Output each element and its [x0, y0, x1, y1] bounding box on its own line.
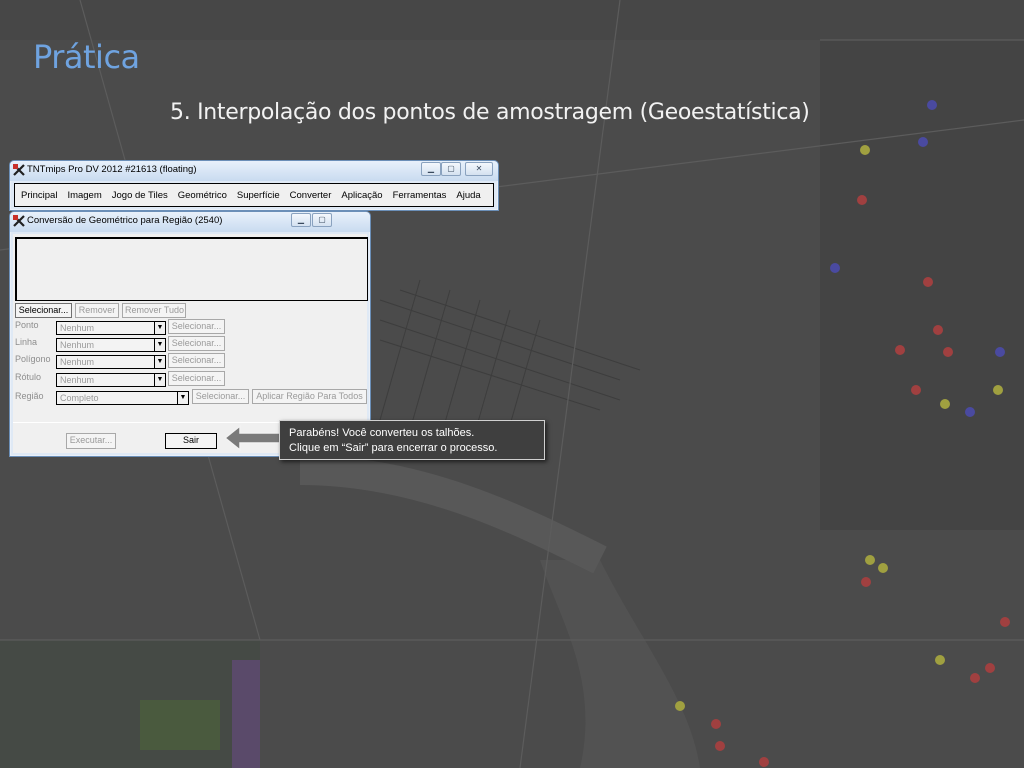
instruction-callout: Parabéns! Você converteu os talhões. Cli…	[279, 420, 545, 460]
row-label-ponto: Ponto	[15, 320, 39, 330]
chevron-down-icon[interactable]: ▼	[177, 391, 189, 405]
execute-button[interactable]: Executar...	[66, 433, 116, 449]
row-label-rotulo: Rótulo	[15, 372, 42, 382]
menu-ajuda[interactable]: Ajuda	[456, 190, 480, 201]
main-window-titlebar[interactable]: TNTmips Pro DV 2012 #21613 (floating) ▁ …	[10, 161, 498, 181]
regiao-combo[interactable]: Completo ▼	[56, 391, 189, 405]
arrow-left-icon	[224, 424, 282, 452]
row-label-poligono: Polígono	[15, 354, 51, 364]
rotulo-combo-value: Nenhum	[60, 375, 95, 385]
tntmips-app-icon	[13, 215, 25, 227]
poligono-combo[interactable]: Nenhum ▼	[56, 355, 166, 369]
dialog-title: Conversão de Geométrico para Região (254…	[27, 215, 223, 226]
poligono-combo-value: Nenhum	[60, 357, 95, 367]
dialog-titlebar[interactable]: Conversão de Geométrico para Região (254…	[10, 212, 370, 232]
chevron-down-icon[interactable]: ▼	[154, 321, 166, 335]
tntmips-app-icon	[13, 164, 25, 176]
slide-title: Prática	[33, 38, 140, 76]
dialog-minimize-button[interactable]: ▁	[291, 213, 311, 227]
menu-principal[interactable]: Principal	[21, 190, 57, 201]
linha-combo[interactable]: Nenhum ▼	[56, 338, 166, 352]
callout-line-1: Parabéns! Você converteu os talhões.	[289, 427, 475, 439]
regiao-combo-value: Completo	[60, 393, 99, 403]
select-button[interactable]: Selecionar...	[15, 303, 72, 318]
object-listbox[interactable]	[15, 237, 368, 301]
row-label-linha: Linha	[15, 337, 38, 347]
linha-select-button[interactable]: Selecionar...	[168, 336, 225, 351]
tntmips-main-window: TNTmips Pro DV 2012 #21613 (floating) ▁ …	[9, 160, 499, 211]
rotulo-combo[interactable]: Nenhum ▼	[56, 373, 166, 387]
menu-ferramentas[interactable]: Ferramentas	[393, 190, 447, 201]
ponto-combo[interactable]: Nenhum ▼	[56, 321, 166, 335]
poligono-select-button[interactable]: Selecionar...	[168, 353, 225, 368]
linha-combo-value: Nenhum	[60, 340, 95, 350]
chevron-down-icon[interactable]: ▼	[154, 355, 166, 369]
chevron-down-icon[interactable]: ▼	[154, 373, 166, 387]
row-label-regiao: Região	[15, 391, 44, 401]
main-menubar: Principal Imagem Jogo de Tiles Geométric…	[14, 183, 494, 207]
minimize-button[interactable]: ▁	[421, 162, 441, 176]
remove-button[interactable]: Remover	[75, 303, 119, 318]
exit-button[interactable]: Sair	[165, 433, 217, 449]
close-button[interactable]: ✕	[465, 162, 493, 176]
menu-imagem[interactable]: Imagem	[67, 190, 101, 201]
remove-all-button[interactable]: Remover Tudo	[122, 303, 186, 318]
menu-converter[interactable]: Converter	[290, 190, 332, 201]
menu-geometrico[interactable]: Geométrico	[178, 190, 227, 201]
chevron-down-icon[interactable]: ▼	[154, 338, 166, 352]
regiao-select-button[interactable]: Selecionar...	[192, 389, 249, 404]
rotulo-select-button[interactable]: Selecionar...	[168, 371, 225, 386]
maximize-button[interactable]: ▢	[441, 162, 461, 176]
menu-superficie[interactable]: Superfície	[237, 190, 280, 201]
callout-line-2: Clique em “Sair” para encerrar o process…	[289, 442, 498, 454]
menu-aplicacao[interactable]: Aplicação	[341, 190, 382, 201]
slide-subtitle: 5. Interpolação dos pontos de amostragem…	[170, 100, 810, 125]
menu-jogo-de-tiles[interactable]: Jogo de Tiles	[112, 190, 168, 201]
apply-region-all-button[interactable]: Aplicar Região Para Todos	[252, 389, 367, 404]
ponto-combo-value: Nenhum	[60, 323, 95, 333]
main-window-title: TNTmips Pro DV 2012 #21613 (floating)	[27, 164, 197, 175]
dialog-maximize-button[interactable]: ▢	[312, 213, 332, 227]
ponto-select-button[interactable]: Selecionar...	[168, 319, 225, 334]
